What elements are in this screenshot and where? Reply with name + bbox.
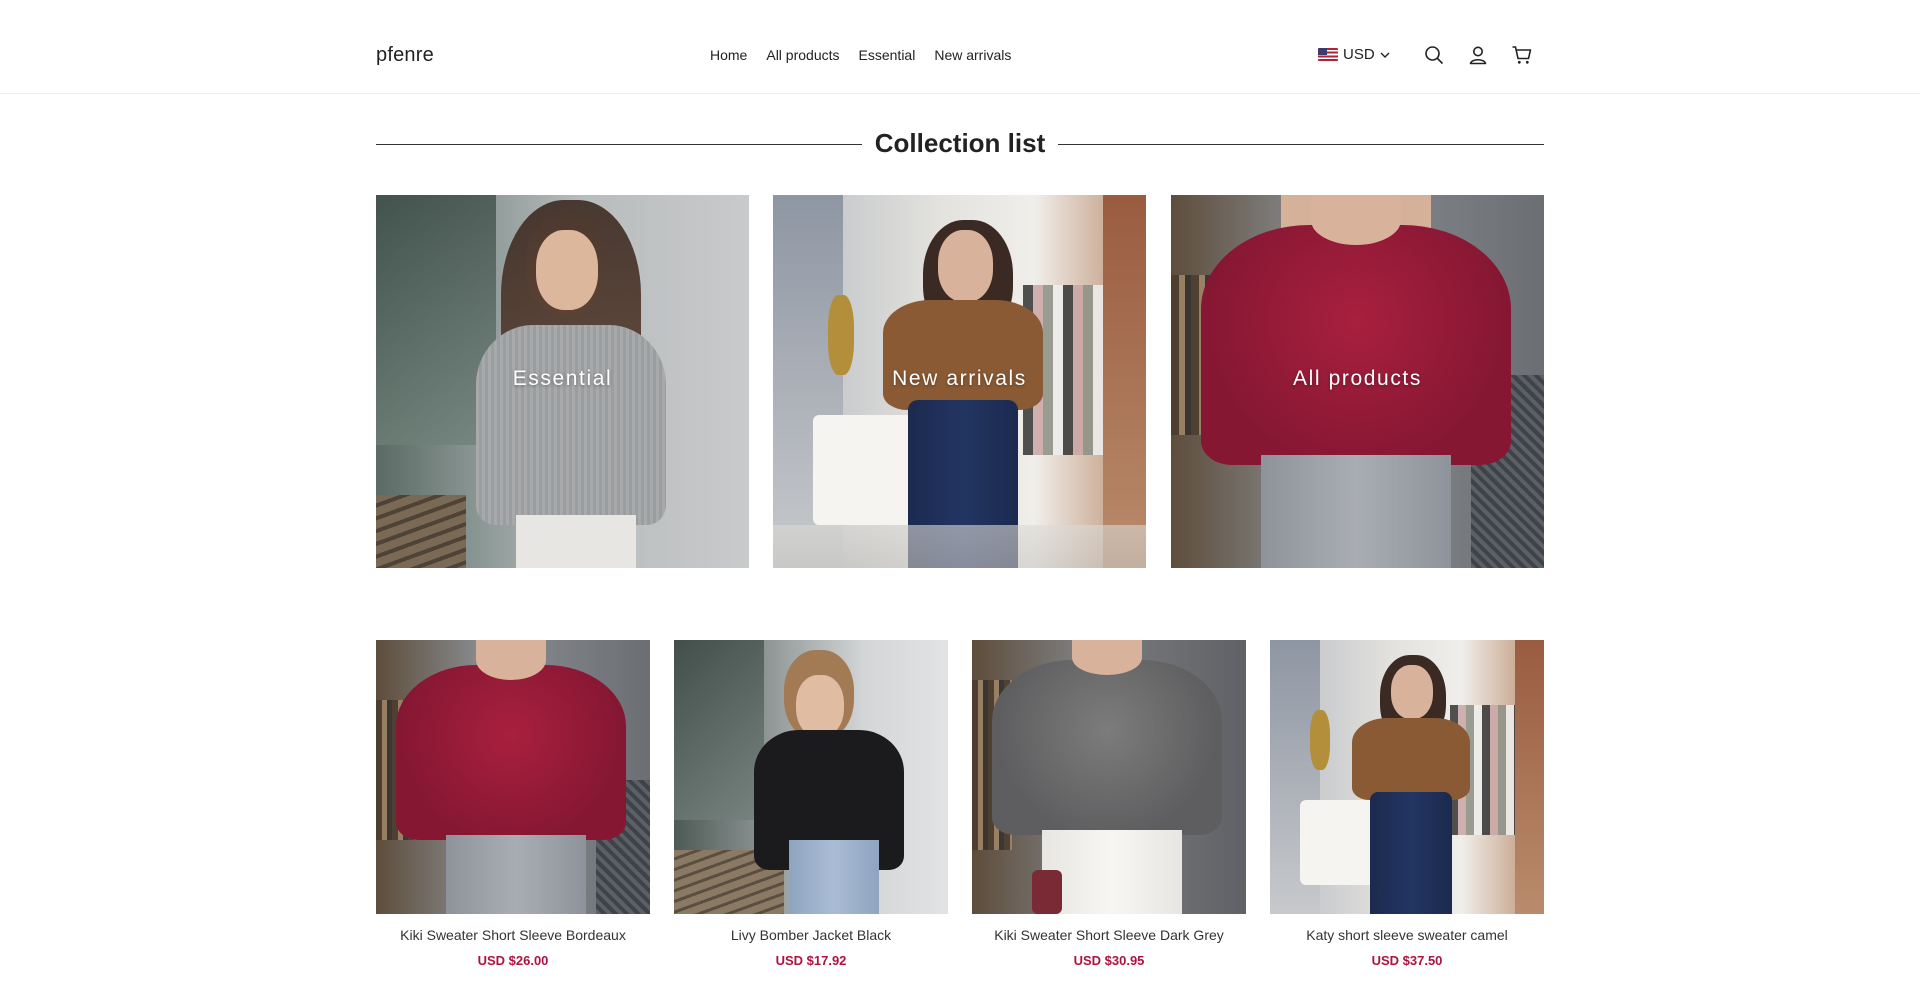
product-card: Katy short sleeve sweater camel USD $37.… (1270, 640, 1544, 968)
nav-essential[interactable]: Essential (859, 47, 916, 63)
account-icon[interactable] (1467, 44, 1491, 68)
product-name[interactable]: Livy Bomber Jacket Black (674, 927, 948, 943)
product-card: Kiki Sweater Short Sleeve Dark Grey USD … (972, 640, 1246, 968)
product-image[interactable] (376, 640, 650, 914)
nav-all-products[interactable]: All products (766, 47, 839, 63)
collection-tile-new-arrivals[interactable]: New arrivals (773, 195, 1146, 568)
site-header: pfenre Home All products Essential New a… (0, 0, 1920, 94)
search-icon[interactable] (1423, 44, 1447, 68)
divider-right (1058, 144, 1544, 145)
product-name[interactable]: Kiki Sweater Short Sleeve Bordeaux (376, 927, 650, 943)
nav-new-arrivals[interactable]: New arrivals (934, 47, 1011, 63)
product-image[interactable] (674, 640, 948, 914)
chevron-down-icon (1380, 52, 1390, 58)
collection-tile-essential[interactable]: Essential (376, 195, 749, 568)
product-price: USD $30.95 (1073, 953, 1145, 968)
collection-heading: Collection list (376, 128, 1544, 162)
tile-label: New arrivals (892, 367, 1027, 390)
currency-label: USD (1343, 46, 1375, 63)
product-card: Kiki Sweater Short Sleeve Bordeaux USD $… (376, 640, 650, 968)
tile-label: All products (1293, 367, 1422, 390)
nav-home[interactable]: Home (710, 47, 747, 63)
product-card: Livy Bomber Jacket Black USD $17.92 (674, 640, 948, 968)
product-price: USD $37.50 (1371, 953, 1443, 968)
store-logo[interactable]: pfenre (376, 44, 434, 67)
collection-tile-all-products[interactable]: All products (1171, 195, 1544, 568)
cart-icon[interactable] (1511, 44, 1535, 68)
tile-label: Essential (512, 367, 613, 390)
us-flag-icon (1318, 48, 1338, 61)
main-nav: Home All products Essential New arrivals (710, 47, 1011, 63)
product-name[interactable]: Katy short sleeve sweater camel (1270, 927, 1544, 943)
product-price: USD $26.00 (477, 953, 549, 968)
product-image[interactable] (972, 640, 1246, 914)
product-name[interactable]: Kiki Sweater Short Sleeve Dark Grey (972, 927, 1246, 943)
product-price: USD $17.92 (775, 953, 847, 968)
currency-selector[interactable]: USD (1318, 46, 1390, 63)
product-image[interactable] (1270, 640, 1544, 914)
